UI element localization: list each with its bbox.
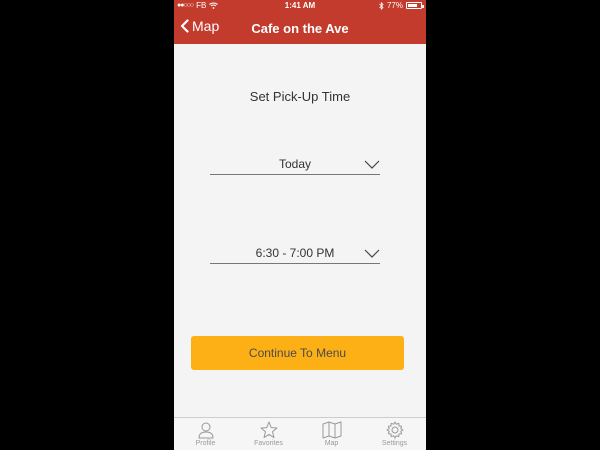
- phone-screen: ●●○○○ FB 1:41 AM 77% Map Cafe on the Ave…: [174, 0, 426, 450]
- chevron-down-icon: [364, 249, 380, 258]
- continue-button-label: Continue To Menu: [248, 346, 347, 360]
- gear-icon: [386, 421, 403, 439]
- tab-favorites-label: Favorites: [254, 440, 283, 447]
- tab-settings[interactable]: Settings: [363, 418, 426, 450]
- page-heading: Set Pick-Up Time: [249, 89, 351, 104]
- battery-percent: 77%: [386, 1, 403, 10]
- nav-bar: Map Cafe on the Ave: [174, 12, 426, 44]
- tab-bar: Profile Favorites Map Settings: [174, 417, 426, 450]
- continue-to-menu-button[interactable]: Continue To Menu: [191, 336, 404, 370]
- tab-profile[interactable]: Profile: [174, 418, 237, 450]
- time-picker[interactable]: 6:30 - 7:00 PM: [210, 243, 380, 264]
- day-picker[interactable]: Today: [210, 154, 380, 175]
- tab-map-label: Map: [324, 440, 339, 447]
- time-picker-value: 6:30 - 7:00 PM: [255, 246, 335, 260]
- status-bar: ●●○○○ FB 1:41 AM 77%: [174, 0, 426, 12]
- status-right: 77%: [379, 1, 424, 10]
- battery-icon: [406, 2, 424, 9]
- tab-settings-label: Settings: [381, 440, 408, 447]
- nav-title: Cafe on the Ave: [251, 21, 349, 36]
- bluetooth-icon: [379, 1, 384, 10]
- tab-map[interactable]: Map: [300, 418, 363, 450]
- chevron-down-icon: [364, 160, 380, 169]
- tab-favorites[interactable]: Favorites: [237, 418, 300, 450]
- tab-profile-label: Profile: [195, 440, 216, 447]
- star-icon: [260, 421, 277, 439]
- map-icon: [322, 421, 341, 439]
- person-icon: [197, 422, 214, 439]
- day-picker-value: Today: [278, 157, 312, 171]
